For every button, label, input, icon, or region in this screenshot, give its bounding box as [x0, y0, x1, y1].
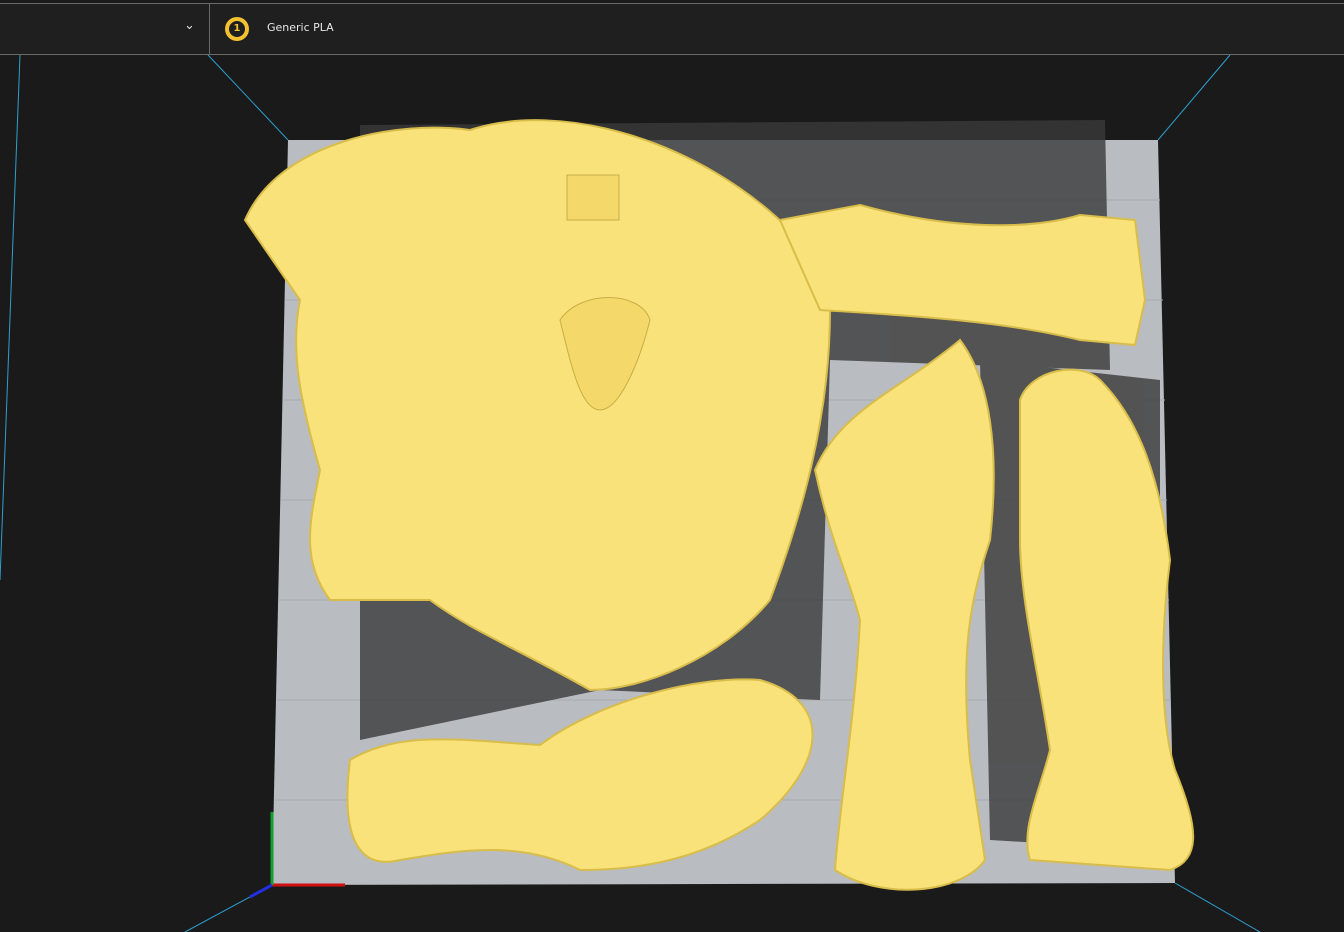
- material-label[interactable]: Generic PLA: [267, 21, 334, 34]
- top-toolbar: ⌄ 1 Generic PLA: [0, 3, 1344, 55]
- viewport-3d[interactable]: [0, 0, 1344, 932]
- printer-selector[interactable]: ⌄: [0, 4, 210, 54]
- model-parts[interactable]: [243, 119, 1195, 891]
- extruder-number: 1: [229, 21, 245, 37]
- chevron-down-icon: ⌄: [184, 18, 195, 33]
- extruder-icon[interactable]: 1: [225, 17, 249, 41]
